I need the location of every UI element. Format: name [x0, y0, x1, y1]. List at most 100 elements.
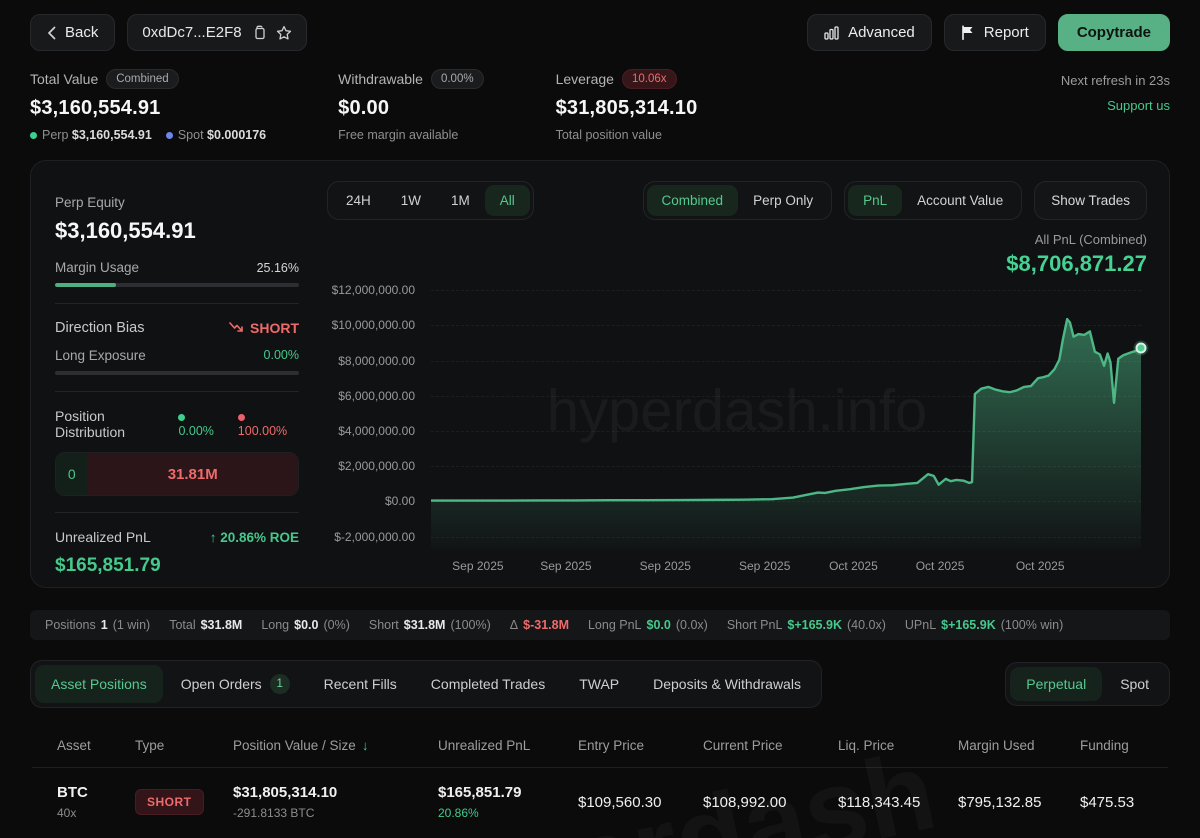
view-pnl[interactable]: PnL	[848, 185, 902, 216]
x-tick-label: Oct 2025	[916, 559, 965, 573]
x-tick-label: Sep 2025	[640, 559, 691, 573]
pnl-chart[interactable]: hyperdash.info $12,000,000.00$10,000,000…	[327, 283, 1147, 573]
row-upnl: $165,851.79	[438, 784, 578, 801]
col-upnl: Unrealized PnL	[438, 724, 578, 767]
perp-value: $3,160,554.91	[72, 128, 152, 142]
unrealized-pnl-section: Unrealized PnL ↑ 20.86% ROE $165,851.79	[55, 512, 299, 588]
row-upnl-pct: 20.86%	[438, 806, 578, 820]
distribution-long-segment: 0	[56, 453, 87, 495]
total-value: $3,160,554.91	[30, 97, 266, 120]
support-us-link[interactable]: Support us	[1061, 98, 1170, 113]
advanced-button[interactable]: Advanced	[807, 14, 932, 51]
trend-down-icon	[229, 320, 244, 336]
unrealized-pnl-value: $165,851.79	[55, 555, 299, 577]
market-toggle: Perpetual Spot	[1005, 662, 1170, 706]
range-1m[interactable]: 1M	[436, 185, 485, 216]
perp-equity-section: Perp Equity $3,160,554.91 Margin Usage 2…	[55, 185, 299, 303]
y-tick-label: $-2,000,000.00	[334, 530, 415, 544]
distribution-bar: 0 31.81M	[55, 452, 299, 496]
gridline	[431, 537, 1141, 538]
range-all[interactable]: All	[485, 185, 530, 216]
asset-leverage: 40x	[57, 806, 135, 820]
x-tick-label: Sep 2025	[739, 559, 790, 573]
flag-icon	[961, 25, 975, 40]
row-current-price: $108,992.00	[703, 794, 838, 811]
mode-perp-only[interactable]: Perp Only	[738, 185, 828, 216]
range-1w[interactable]: 1W	[386, 185, 436, 216]
x-tick-label: Oct 2025	[1016, 559, 1065, 573]
distribution-short-segment: 31.81M	[87, 453, 298, 495]
distribution-section: Position Distribution 0.00% 100.00% 0 31…	[55, 391, 299, 512]
tab-asset-positions[interactable]: Asset Positions	[35, 665, 163, 703]
gridline	[431, 290, 1141, 291]
tab-open-orders[interactable]: Open Orders1	[165, 665, 306, 703]
toggle-perpetual[interactable]: Perpetual	[1010, 667, 1102, 701]
long-legend-dot-icon	[178, 414, 185, 421]
x-tick-label: Sep 2025	[540, 559, 591, 573]
view-account-value[interactable]: Account Value	[902, 185, 1018, 216]
top-bar: Back 0xdDc7...E2F8 Advanced	[30, 14, 1170, 51]
address-pill[interactable]: 0xdDc7...E2F8	[127, 14, 306, 51]
position-value: $31,805,314.10	[233, 784, 438, 801]
distribution-short-pct: 100.00%	[238, 424, 287, 438]
col-liq: Liq. Price	[838, 724, 958, 767]
withdrawable-value: $0.00	[338, 97, 483, 120]
tab-recent-fills[interactable]: Recent Fills	[308, 665, 413, 703]
direction-bias-value: SHORT	[250, 320, 299, 336]
chart-controls-right: Combined Perp Only PnL Account Value Sho…	[643, 181, 1147, 220]
timerange-group: 24H 1W 1M All	[327, 181, 534, 220]
spot-dot-icon	[166, 132, 173, 139]
direction-bias-label: Direction Bias	[55, 320, 144, 336]
asset-symbol: BTC	[57, 784, 135, 801]
table-row[interactable]: BTC 40x SHORT $31,805,314.10 -291.8133 B…	[30, 768, 1170, 836]
row-funding: $475.53	[1080, 794, 1143, 811]
margin-usage-track	[55, 283, 299, 287]
back-label: Back	[65, 24, 98, 41]
arrow-up-icon: ↑	[210, 530, 217, 545]
section-tabs: Asset Positions Open Orders1 Recent Fill…	[30, 660, 822, 708]
leverage-label: Leverage	[556, 71, 614, 87]
pnl-headline: All PnL (Combined) $8,706,871.27	[327, 232, 1147, 277]
copy-icon[interactable]	[252, 25, 266, 40]
copytrade-button[interactable]: Copytrade	[1058, 14, 1170, 51]
total-value-label: Total Value	[30, 71, 98, 87]
tab-twap[interactable]: TWAP	[563, 665, 635, 703]
distribution-long-pct: 0.00%	[178, 424, 213, 438]
gridline	[431, 501, 1141, 502]
top-bar-left: Back 0xdDc7...E2F8	[30, 14, 307, 51]
row-margin-used: $795,132.85	[958, 794, 1080, 811]
tab-completed-trades[interactable]: Completed Trades	[415, 665, 561, 703]
open-orders-count-badge: 1	[270, 674, 290, 694]
col-position-sort[interactable]: Position Value / Size↓	[233, 724, 438, 767]
show-trades-button[interactable]: Show Trades	[1034, 181, 1147, 220]
star-icon[interactable]	[276, 25, 292, 41]
summary-long-pnl: Long PnL$0.0(0.0x)	[588, 618, 708, 632]
tab-deposits-withdrawals[interactable]: Deposits & Withdrawals	[637, 665, 817, 703]
advanced-label: Advanced	[848, 24, 915, 41]
y-tick-label: $12,000,000.00	[332, 283, 415, 297]
short-legend-dot-icon	[238, 414, 245, 421]
withdrawable-label: Withdrawable	[338, 71, 423, 87]
report-label: Report	[984, 24, 1029, 41]
table-header-row: Asset Type Position Value / Size↓ Unreal…	[30, 724, 1170, 767]
col-funding: Funding	[1080, 724, 1143, 767]
mode-group: Combined Perp Only	[643, 181, 833, 220]
y-axis: $12,000,000.00$10,000,000.00$8,000,000.0…	[327, 283, 423, 549]
y-tick-label: $6,000,000.00	[338, 389, 415, 403]
long-exposure-track	[55, 371, 299, 375]
chart-bars-icon	[824, 26, 839, 40]
stat-withdrawable: Withdrawable 0.00% $0.00 Free margin ava…	[338, 69, 483, 142]
range-24h[interactable]: 24H	[331, 185, 386, 216]
long-exposure-pct: 0.00%	[264, 348, 299, 363]
gridline	[431, 396, 1141, 397]
col-margin: Margin Used	[958, 724, 1080, 767]
report-button[interactable]: Report	[944, 14, 1046, 51]
back-button[interactable]: Back	[30, 14, 115, 51]
pnl-headline-label: All PnL (Combined)	[327, 232, 1147, 247]
pnl-line-svg	[431, 283, 1141, 549]
mode-combined[interactable]: Combined	[647, 185, 739, 216]
margin-usage-fill	[55, 283, 116, 287]
toggle-spot[interactable]: Spot	[1104, 667, 1165, 701]
withdrawable-sub: Free margin available	[338, 128, 483, 142]
chart-end-dot-icon	[1136, 342, 1147, 353]
